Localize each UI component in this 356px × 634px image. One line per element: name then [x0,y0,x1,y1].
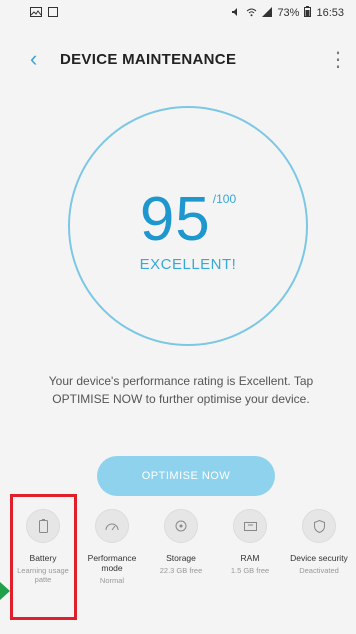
card-value: 22.3 GB free [159,566,203,575]
card-value: Deactivated [299,566,339,575]
more-options-icon[interactable]: ⋮ [328,47,348,72]
status-left [30,6,58,20]
card-ram[interactable]: RAM 1.5 GB free [217,509,283,575]
card-device-security[interactable]: Device security Deactivated [286,509,352,575]
status-right: 73% 16:53 [231,6,344,20]
optimise-now-button[interactable]: OPTIMISE NOW [97,456,275,496]
storage-icon [164,509,198,543]
score-label: EXCELLENT! [139,256,237,273]
clock: 16:53 [316,7,344,19]
status-bar: 73% 16:53 [0,0,356,26]
card-name: Storage [166,553,196,563]
card-name: RAM [240,553,260,563]
card-performance-mode[interactable]: Performance mode Normal [79,509,145,585]
battery-percent: 73% [277,7,300,19]
back-arrow-icon[interactable]: ‹ [30,46,60,72]
page-title: DEVICE MAINTENANCE [60,50,237,68]
shield-icon [302,509,336,543]
card-storage[interactable]: Storage 22.3 GB free [148,509,214,575]
score-max: /100 [212,192,237,206]
battery-status-icon [304,6,312,20]
gallery-icon [48,6,58,20]
app-bar: ‹ DEVICE MAINTENANCE ⋮ [0,34,356,84]
card-name: Device security [290,553,348,563]
card-value: Normal [99,576,125,585]
battery-highlight-box [10,494,77,620]
speedometer-icon [95,509,129,543]
signal-icon [262,6,273,20]
card-value: 1.5 GB free [230,566,270,575]
rating-description: Your device's performance rating is Exce… [48,374,314,406]
wifi-icon [246,7,257,20]
score-value: 95 [139,185,211,254]
score-row: 95/100 [68,184,308,255]
mute-icon [231,7,241,20]
score-gauge: 95/100 EXCELLENT! [68,106,308,346]
ram-icon [233,509,267,543]
pointer-arrow-icon [0,582,10,600]
card-name: Performance mode [87,553,137,573]
image-icon [30,6,42,20]
